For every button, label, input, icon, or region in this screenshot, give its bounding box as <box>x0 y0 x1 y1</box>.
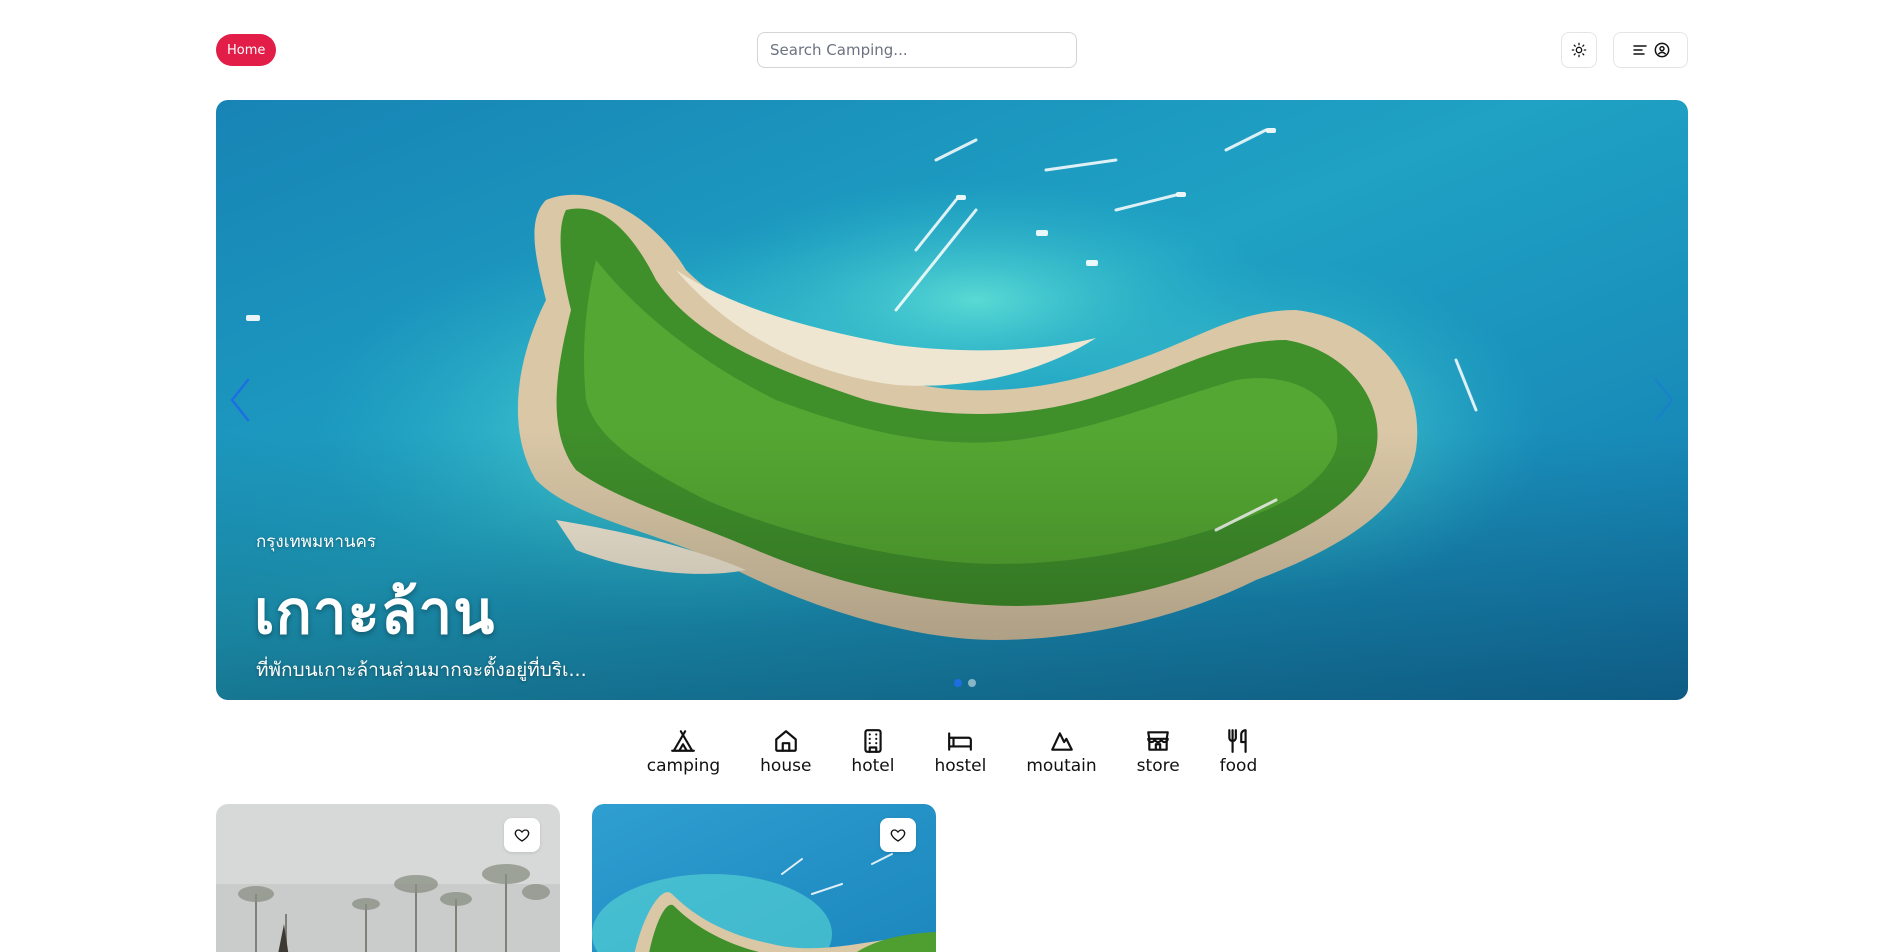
building-icon <box>864 729 882 753</box>
chevron-right-icon <box>1654 378 1674 422</box>
category-label: store <box>1136 756 1180 776</box>
hero-province: กรุงเทพมหานคร <box>256 532 377 552</box>
category-label: camping <box>646 756 721 776</box>
listing-card[interactable] <box>216 804 560 952</box>
favorite-button[interactable] <box>880 818 916 852</box>
bed-icon <box>948 732 973 751</box>
menu-icon <box>1632 45 1647 55</box>
carousel-prev-button[interactable] <box>220 370 260 430</box>
utensils-icon <box>1228 729 1248 753</box>
category-label: hotel <box>851 756 895 776</box>
category-hostel[interactable]: hostel <box>914 728 1006 776</box>
carousel-dot-2[interactable] <box>968 679 976 687</box>
category-store[interactable]: store <box>1117 728 1200 776</box>
carousel-pagination <box>954 679 976 687</box>
category-mountain[interactable]: moutain <box>1006 728 1116 776</box>
home-button[interactable]: Home <box>216 34 277 66</box>
hero-description: ที่พักบนเกาะล้านส่วนมากจะตั้งอยู่ที่บริเ… <box>256 659 587 681</box>
category-camping[interactable]: camping <box>627 728 740 776</box>
category-food[interactable]: food <box>1200 728 1278 776</box>
mountain-icon <box>1050 732 1073 751</box>
carousel-dot-1[interactable] <box>954 679 962 687</box>
user-menu-button[interactable] <box>1613 32 1688 68</box>
category-label: moutain <box>1026 756 1097 776</box>
category-label: food <box>1219 756 1258 776</box>
category-label: house <box>760 756 812 776</box>
category-label: hostel <box>934 756 987 776</box>
house-icon <box>774 730 797 752</box>
hero-title: เกาะล้าน <box>254 578 496 648</box>
favorite-button[interactable] <box>504 818 540 852</box>
tent-icon <box>671 730 696 752</box>
listing-card[interactable] <box>592 804 936 952</box>
heart-icon <box>890 829 906 842</box>
store-icon <box>1147 731 1170 751</box>
search-input[interactable] <box>757 32 1077 68</box>
user-circle-icon <box>1654 42 1669 58</box>
theme-toggle-button[interactable] <box>1561 32 1597 68</box>
carousel-next-button[interactable] <box>1644 370 1684 430</box>
hero-carousel: กรุงเทพมหานคร เกาะล้าน ที่พักบนเกาะล้านส… <box>216 100 1688 700</box>
category-bar: camping house hotel hostel moutain store <box>0 728 1904 776</box>
sun-icon <box>1571 42 1587 58</box>
category-house[interactable]: house <box>740 728 831 776</box>
heart-icon <box>514 829 530 842</box>
chevron-left-icon <box>230 378 250 422</box>
category-hotel[interactable]: hotel <box>831 728 914 776</box>
